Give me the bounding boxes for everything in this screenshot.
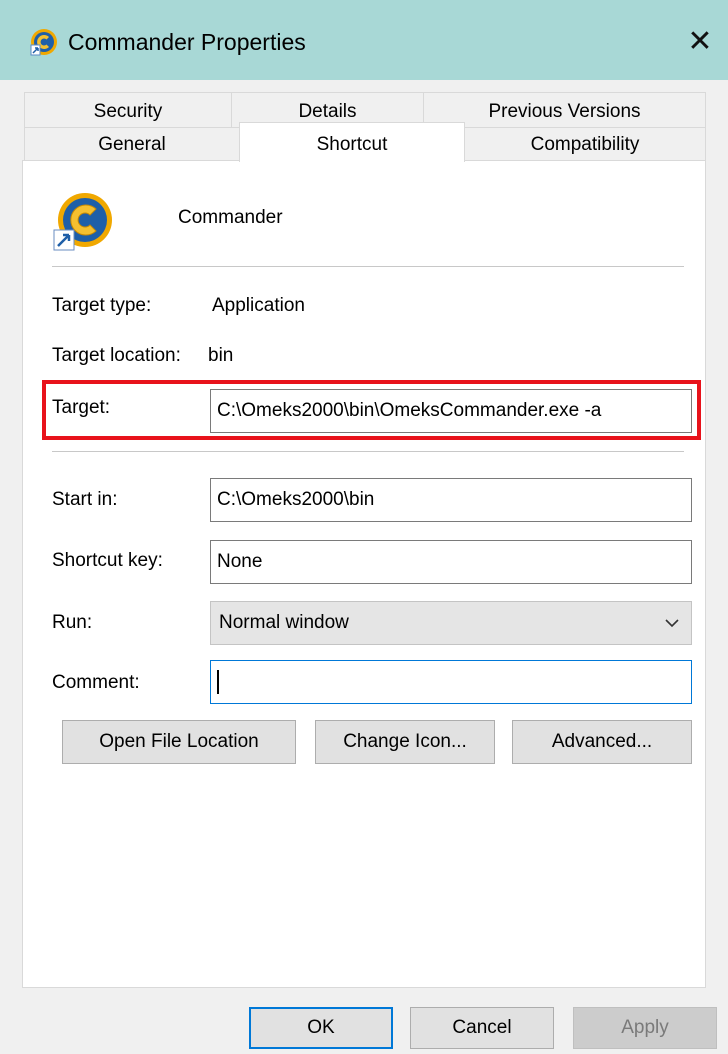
shortcut-name: Commander — [178, 207, 283, 228]
close-icon: ✕ — [687, 25, 713, 58]
shortcut-key-field[interactable]: None — [210, 540, 692, 584]
tab-previous-versions[interactable]: Previous Versions — [423, 92, 706, 128]
button-label: Cancel — [452, 1017, 512, 1038]
close-button[interactable]: ✕ — [680, 22, 720, 62]
target-location-value: bin — [208, 345, 234, 366]
button-label: OK — [307, 1017, 335, 1038]
button-label: Change Icon... — [343, 731, 467, 752]
comment-field[interactable] — [210, 660, 692, 704]
change-icon-button[interactable]: Change Icon... — [315, 720, 495, 764]
shortcut-key-field-value: None — [217, 551, 263, 572]
start-in-field[interactable]: C:\Omeks2000\bin — [210, 478, 692, 522]
start-in-field-value: C:\Omeks2000\bin — [217, 489, 375, 510]
text-caret — [217, 670, 219, 694]
divider — [52, 266, 684, 267]
start-in-label: Start in: — [52, 489, 118, 510]
window-title: Commander Properties — [68, 29, 306, 55]
shortcut-key-label: Shortcut key: — [52, 550, 163, 571]
button-label: Advanced... — [551, 731, 653, 752]
target-type-value: Application — [212, 295, 305, 316]
button-label: Apply — [621, 1017, 669, 1038]
button-label: Open File Location — [99, 731, 259, 752]
target-location-label: Target location: — [52, 345, 181, 366]
target-highlight — [42, 380, 701, 440]
tab-shortcut[interactable]: Shortcut — [239, 122, 465, 162]
advanced-button[interactable]: Advanced... — [512, 720, 692, 764]
target-type-label: Target type: — [52, 295, 152, 316]
tab-label: Security — [93, 101, 163, 122]
run-select-value: Normal window — [219, 612, 349, 633]
chevron-down-icon — [665, 619, 679, 628]
commander-app-icon — [30, 29, 57, 56]
title-bar: Commander Properties ✕ — [0, 0, 728, 80]
tab-security[interactable]: Security — [24, 92, 232, 128]
open-file-location-button[interactable]: Open File Location — [62, 720, 296, 764]
tab-general[interactable]: General — [24, 127, 240, 161]
cancel-button[interactable]: Cancel — [410, 1007, 554, 1049]
run-label: Run: — [52, 612, 93, 633]
divider — [52, 451, 684, 452]
tab-label: General — [98, 134, 166, 155]
apply-button[interactable]: Apply — [573, 1007, 717, 1049]
commander-shortcut-icon — [53, 193, 112, 251]
tab-label: Compatibility — [530, 134, 640, 155]
run-select[interactable]: Normal window — [210, 601, 692, 645]
ok-button[interactable]: OK — [249, 1007, 393, 1049]
tab-label: Details — [298, 101, 357, 122]
comment-label: Comment: — [52, 672, 140, 693]
tab-label: Previous Versions — [488, 101, 641, 122]
tab-label: Shortcut — [316, 134, 388, 155]
tab-compatibility[interactable]: Compatibility — [464, 127, 706, 161]
